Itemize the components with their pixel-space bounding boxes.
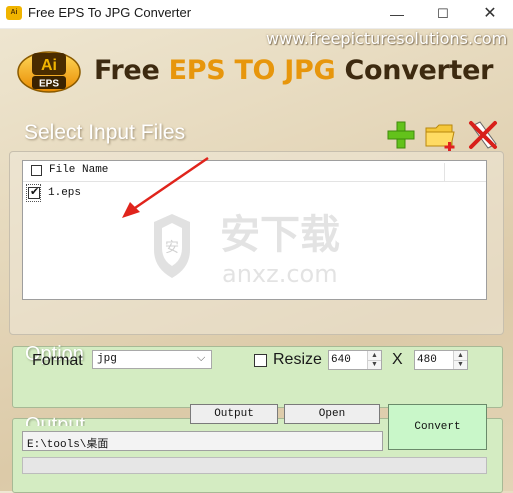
format-select[interactable]: jpg ⌵ xyxy=(92,350,212,369)
list-header: File Name xyxy=(23,161,486,182)
watermark-cn: 安下载 xyxy=(220,212,340,258)
file-checkbox-focus[interactable]: ✔ xyxy=(26,184,41,202)
add-icon[interactable] xyxy=(384,118,418,152)
svg-text:安: 安 xyxy=(165,240,179,256)
app-icon: Ai xyxy=(6,6,22,20)
height-value: 480 xyxy=(417,354,437,366)
dimension-separator: X xyxy=(392,351,403,368)
website-url: www.freepicturesolutions.com xyxy=(266,29,508,48)
watermark-url: anxz.com xyxy=(222,260,338,288)
file-name-column-header: File Name xyxy=(49,164,109,176)
width-stepper-buttons: ▲ ▼ xyxy=(367,351,381,369)
file-checkbox[interactable]: ✔ xyxy=(28,186,40,199)
column-separator[interactable] xyxy=(444,163,445,181)
height-decrement-button[interactable]: ▼ xyxy=(454,360,467,369)
select-input-files-heading: Select Input Files xyxy=(24,121,186,144)
resize-label: Resize xyxy=(273,351,322,368)
title-bar: Ai Free EPS To JPG Converter — ☐ ✕ xyxy=(0,0,513,29)
output-path-field[interactable]: E:\tools\桌面 xyxy=(22,431,383,451)
minimize-button[interactable]: — xyxy=(374,0,420,28)
format-value: jpg xyxy=(97,353,117,365)
select-all-checkbox[interactable] xyxy=(31,165,42,176)
checkmark-icon: ✔ xyxy=(30,186,40,198)
convert-button[interactable]: Convert xyxy=(388,404,487,450)
chevron-down-icon: ⌵ xyxy=(197,352,206,364)
resize-checkbox[interactable] xyxy=(254,354,267,367)
logo-text-top: Ai xyxy=(41,57,57,74)
app-title: Free EPS TO JPG Converter xyxy=(94,55,494,86)
window-title: Free EPS To JPG Converter xyxy=(28,5,192,20)
eps-logo-icon: Ai EPS xyxy=(17,51,81,93)
close-button[interactable]: ✕ xyxy=(467,0,513,28)
open-button[interactable]: Open xyxy=(284,404,380,424)
width-value: 640 xyxy=(331,354,351,366)
maximize-button[interactable]: ☐ xyxy=(420,0,466,28)
height-stepper[interactable]: 480 ▲ ▼ xyxy=(414,350,468,370)
folder-add-icon[interactable] xyxy=(424,118,458,152)
red-arrow-icon xyxy=(122,156,209,218)
height-stepper-buttons: ▲ ▼ xyxy=(453,351,467,369)
progress-bar xyxy=(22,457,487,474)
output-heading: Output xyxy=(25,414,86,426)
output-button[interactable]: Output xyxy=(190,404,278,424)
file-name: 1.eps xyxy=(48,187,82,199)
remove-icon[interactable] xyxy=(466,118,500,152)
format-label: Format xyxy=(32,352,83,369)
width-decrement-button[interactable]: ▼ xyxy=(368,360,381,369)
logo-text-bottom: EPS xyxy=(39,79,59,90)
width-stepper[interactable]: 640 ▲ ▼ xyxy=(328,350,382,370)
